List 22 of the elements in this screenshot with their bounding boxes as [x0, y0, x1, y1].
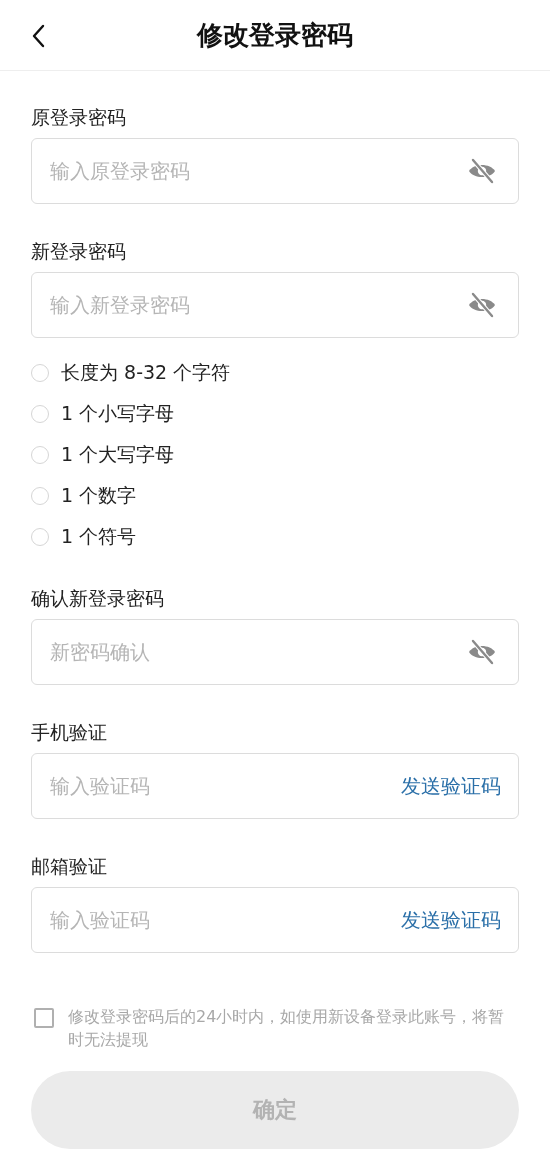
- page-title: 修改登录密码: [197, 18, 353, 52]
- password-rule: 1 个小写字母: [61, 400, 175, 426]
- eye-slash-icon[interactable]: [467, 639, 497, 665]
- send-code-link[interactable]: 发送验证码: [401, 773, 501, 799]
- field-label: 确认新登录密码: [31, 586, 165, 611]
- password-rule: 1 个符号: [61, 523, 137, 549]
- eye-slash-icon[interactable]: [467, 292, 497, 318]
- agreement-text: 修改登录密码后的24小时内，如使用新设备登录此账号，将暂时无法提现: [68, 1006, 506, 1051]
- password-rule: 1 个数字: [61, 482, 137, 508]
- back-icon[interactable]: [31, 24, 45, 48]
- send-code-link[interactable]: 发送验证码: [401, 907, 501, 933]
- field-label: 手机验证: [31, 720, 108, 745]
- agreement-checkbox[interactable]: [34, 1008, 54, 1028]
- field-label: 原登录密码: [31, 105, 127, 130]
- input-field[interactable]: 输入原登录密码: [31, 138, 519, 204]
- field-label: 新登录密码: [31, 239, 127, 264]
- input-field[interactable]: 新密码确认: [31, 619, 519, 685]
- password-rule: 1 个大写字母: [61, 441, 175, 467]
- field-label: 邮箱验证: [31, 854, 108, 879]
- password-rule: 长度为 8-32 个字符: [61, 359, 231, 385]
- input-field[interactable]: 输入新登录密码: [31, 272, 519, 338]
- eye-slash-icon[interactable]: [467, 158, 497, 184]
